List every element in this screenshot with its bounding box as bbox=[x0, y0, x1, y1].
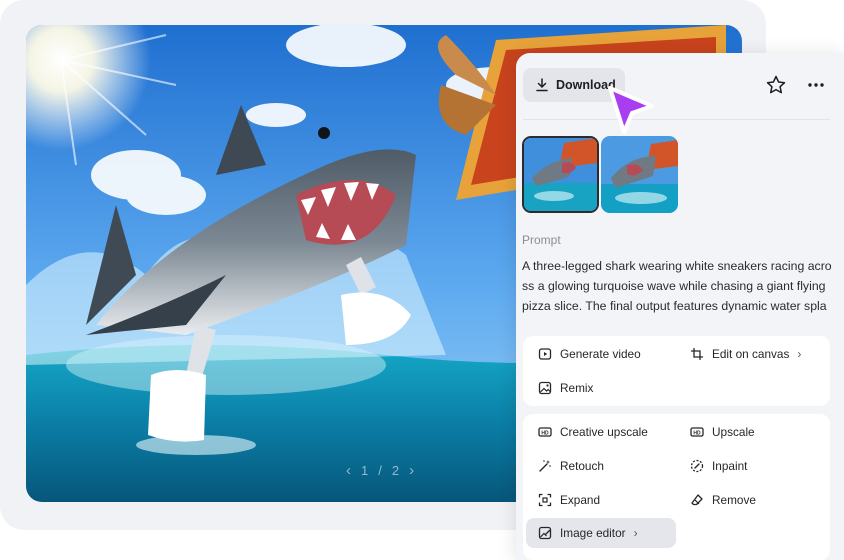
previous-image-icon[interactable]: ‹ bbox=[346, 462, 351, 479]
crop-icon bbox=[690, 347, 704, 361]
header-divider bbox=[523, 119, 830, 120]
svg-text:HD: HD bbox=[541, 430, 549, 436]
image-pager: ‹ 1 / 2 › bbox=[346, 462, 414, 479]
play-icon bbox=[538, 348, 552, 360]
upscale-icon: HD bbox=[690, 427, 704, 437]
chevron-right-icon: › bbox=[633, 526, 638, 540]
svg-text:HD: HD bbox=[693, 430, 701, 436]
favorite-star-icon[interactable] bbox=[765, 74, 787, 96]
expand-button[interactable]: Expand bbox=[531, 486, 600, 514]
upscale-button[interactable]: HD Upscale bbox=[683, 418, 755, 446]
next-image-icon[interactable]: › bbox=[409, 462, 414, 479]
inpaint-icon bbox=[690, 459, 704, 473]
pager-total: 2 bbox=[391, 463, 400, 478]
retouch-button[interactable]: Retouch bbox=[531, 452, 604, 480]
remove-button[interactable]: Remove bbox=[683, 486, 756, 514]
image-editor-icon bbox=[538, 526, 552, 540]
remix-label: Remix bbox=[560, 381, 594, 395]
thumbnail-1-selected[interactable] bbox=[522, 136, 599, 213]
retouch-label: Retouch bbox=[560, 459, 604, 473]
creative-upscale-button[interactable]: HD Creative upscale bbox=[531, 418, 648, 446]
image-actions-panel: Download Prompt A three-legged shark wea… bbox=[516, 53, 844, 560]
thumbnail-1-image bbox=[524, 138, 597, 211]
image-editor-label: Image editor bbox=[560, 526, 626, 540]
prompt-text: A three-legged shark wearing white sneak… bbox=[522, 259, 832, 313]
thumbnail-2[interactable] bbox=[601, 136, 678, 213]
panel-header: Download bbox=[516, 53, 844, 119]
eraser-icon bbox=[691, 494, 703, 506]
expand-label: Expand bbox=[560, 493, 601, 507]
creative-upscale-label: Creative upscale bbox=[560, 425, 648, 439]
edit-on-canvas-label: Edit on canvas bbox=[712, 347, 790, 361]
thumbnail-2-image bbox=[601, 136, 678, 213]
pager-separator: / bbox=[378, 463, 382, 478]
generate-video-label: Generate video bbox=[560, 347, 641, 361]
secondary-actions-card: HD Creative upscale HD Upscale Retouch I… bbox=[523, 414, 830, 560]
primary-actions-card: Generate video Edit on canvas › Remix bbox=[523, 336, 830, 406]
hd-icon: HD bbox=[538, 427, 552, 437]
remove-label: Remove bbox=[712, 493, 756, 507]
upscale-label: Upscale bbox=[712, 425, 755, 439]
image-editor-button[interactable]: Image editor › bbox=[526, 518, 676, 548]
chevron-right-icon: › bbox=[797, 347, 802, 361]
more-options-icon[interactable] bbox=[804, 74, 828, 96]
inpaint-button[interactable]: Inpaint bbox=[683, 452, 747, 480]
edit-on-canvas-button[interactable]: Edit on canvas › bbox=[683, 340, 801, 368]
image-remix-icon bbox=[538, 381, 552, 395]
generate-video-button[interactable]: Generate video bbox=[531, 340, 641, 368]
pager-current: 1 bbox=[361, 463, 369, 478]
magic-wand-icon bbox=[539, 460, 551, 472]
expand-icon bbox=[538, 493, 552, 507]
inpaint-label: Inpaint bbox=[712, 459, 748, 473]
prompt-label: Prompt bbox=[522, 233, 561, 247]
pointer-cursor-icon bbox=[608, 86, 654, 134]
remix-button[interactable]: Remix bbox=[531, 374, 593, 402]
download-icon bbox=[536, 78, 548, 92]
